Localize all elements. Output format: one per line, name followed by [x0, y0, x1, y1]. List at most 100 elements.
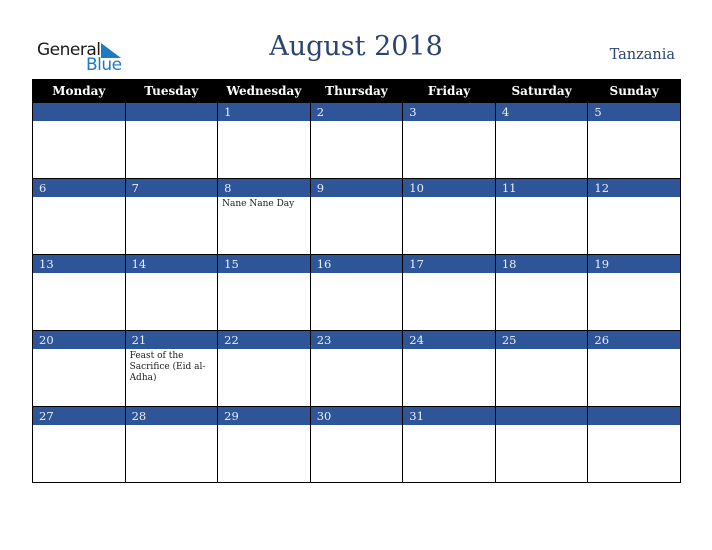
day-number: 25 [495, 331, 588, 349]
week-row: 27 28 29 30 31 [32, 406, 681, 483]
weekday-header-row: Monday Tuesday Wednesday Thursday Friday… [32, 79, 681, 103]
week-row: 6 7 8 Nane Nane Day 9 10 11 12 [32, 178, 681, 255]
day-cell: 17 [402, 254, 496, 331]
day-event [311, 197, 403, 254]
day-number: 2 [310, 103, 403, 121]
day-number [125, 103, 218, 121]
day-event [126, 273, 218, 330]
day-number: 5 [588, 103, 680, 121]
country-label: Tanzania [609, 47, 675, 63]
day-cell: 24 [402, 330, 496, 407]
day-number [33, 103, 125, 121]
day-event [588, 197, 680, 254]
day-cell: 22 [217, 330, 311, 407]
day-event [126, 197, 218, 254]
day-event [403, 121, 495, 178]
weekday-header: Thursday [309, 79, 404, 103]
weekday-header: Monday [32, 79, 126, 103]
day-event [33, 349, 125, 406]
day-cell: 28 [124, 406, 219, 483]
weekday-header: Wednesday [217, 79, 311, 103]
day-number: 29 [218, 407, 310, 425]
day-cell: 20 [32, 330, 126, 407]
day-event [218, 349, 310, 406]
day-cell: 30 [309, 406, 404, 483]
day-number: 17 [403, 255, 495, 273]
day-cell: 11 [494, 178, 589, 255]
day-number: 31 [403, 407, 495, 425]
day-number: 24 [403, 331, 495, 349]
day-number: 6 [33, 179, 125, 197]
day-event [311, 273, 403, 330]
day-cell: 1 [217, 102, 311, 179]
day-cell: 13 [32, 254, 126, 331]
day-number: 26 [588, 331, 680, 349]
day-event [33, 273, 125, 330]
day-number: 16 [310, 255, 403, 273]
day-number: 15 [218, 255, 310, 273]
day-number: 1 [218, 103, 310, 121]
day-event [33, 197, 125, 254]
day-cell [124, 102, 219, 179]
day-event [218, 121, 310, 178]
weekday-header: Sunday [587, 79, 681, 103]
week-row: 13 14 15 16 17 18 19 [32, 254, 681, 331]
day-cell: 2 [309, 102, 404, 179]
day-event [496, 349, 588, 406]
day-event [496, 197, 588, 254]
day-number: 13 [33, 255, 125, 273]
week-row: 20 21 Feast of the Sacrifice (Eid al-Adha)… [32, 330, 681, 407]
day-cell: 5 [587, 102, 681, 179]
day-cell: 4 [494, 102, 589, 179]
day-cell: 19 [587, 254, 681, 331]
day-number: 22 [218, 331, 310, 349]
day-cell [587, 406, 681, 483]
day-event [403, 197, 495, 254]
day-event: Nane Nane Day [222, 199, 295, 209]
day-cell: 27 [32, 406, 126, 483]
day-number: 3 [403, 103, 495, 121]
calendar-title: August 2018 [269, 31, 443, 62]
day-event [588, 121, 680, 178]
day-number [495, 407, 588, 425]
day-event [126, 425, 218, 482]
day-number: 12 [588, 179, 680, 197]
day-cell: 7 [124, 178, 219, 255]
day-event [403, 349, 495, 406]
day-number: 30 [310, 407, 403, 425]
day-cell: 29 [217, 406, 311, 483]
day-event [588, 273, 680, 330]
day-cell: 31 [402, 406, 496, 483]
day-number: 27 [33, 407, 125, 425]
day-cell: 23 [309, 330, 404, 407]
day-event [311, 349, 403, 406]
day-cell: 6 [32, 178, 126, 255]
day-event [496, 121, 588, 178]
day-number: 28 [125, 407, 218, 425]
day-event [218, 273, 310, 330]
day-event [33, 121, 125, 178]
day-event: Feast of the Sacrifice (Eid al-Adha) [129, 351, 206, 383]
day-cell [494, 406, 589, 483]
day-number: 20 [33, 331, 125, 349]
weekday-header: Friday [402, 79, 496, 103]
day-number: 11 [495, 179, 588, 197]
day-cell: 9 [309, 178, 404, 255]
day-cell: 25 [494, 330, 589, 407]
day-event [496, 273, 588, 330]
day-cell: 14 [124, 254, 219, 331]
day-event [33, 425, 125, 482]
day-event [126, 121, 218, 178]
day-event [496, 425, 588, 482]
weekday-header: Saturday [494, 79, 589, 103]
day-event [218, 425, 310, 482]
day-cell: 12 [587, 178, 681, 255]
day-event [588, 349, 680, 406]
day-number: 7 [125, 179, 218, 197]
day-number: 4 [495, 103, 588, 121]
day-number: 23 [310, 331, 403, 349]
day-event [311, 121, 403, 178]
week-row: 12345 [32, 102, 681, 179]
day-cell: 3 [402, 102, 496, 179]
day-cell: 21 Feast of the Sacrifice (Eid al-Adha) [124, 330, 219, 407]
